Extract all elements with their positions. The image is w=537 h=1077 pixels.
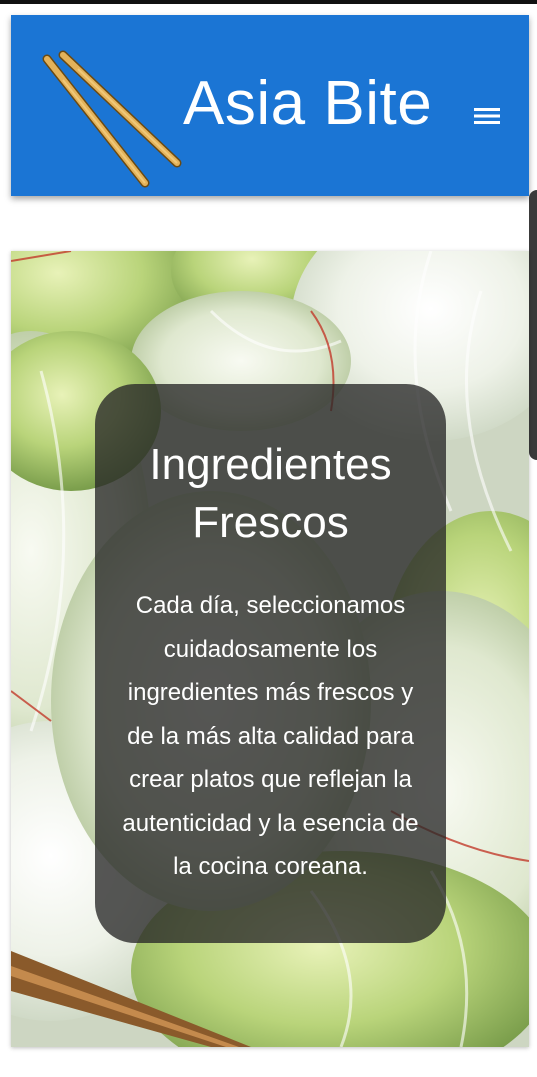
info-card-text: Cada día, seleccionamos cuidadosamente l… [122,592,419,880]
brand-name[interactable]: Asia Bite [183,73,432,135]
status-bar-edge [0,0,537,4]
chopsticks-icon[interactable] [33,37,183,197]
hamburger-menu-icon[interactable] [467,101,507,131]
info-card-title: Ingredientes Frescos [149,440,392,547]
hero-section: Ingredientes Frescos Cada día, seleccion… [11,251,529,1047]
page-bottom [0,1065,537,1077]
scrollbar-thumb[interactable] [529,190,537,460]
info-card: Ingredientes Frescos Cada día, seleccion… [95,384,446,943]
site-header: Asia Bite [11,15,529,196]
